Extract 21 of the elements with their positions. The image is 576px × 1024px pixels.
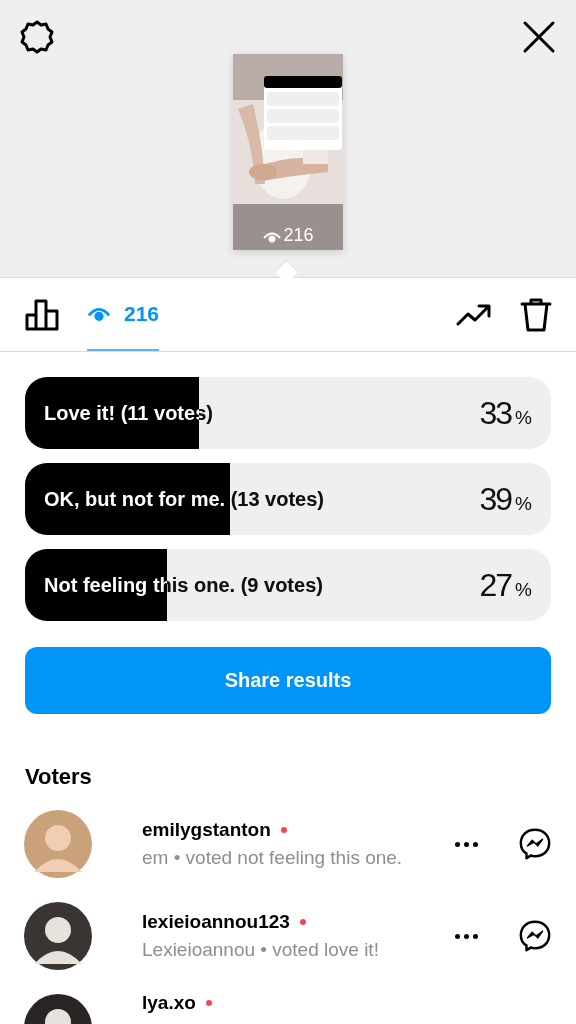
messenger-icon[interactable]	[518, 919, 552, 953]
more-icon[interactable]	[455, 841, 478, 847]
avatar-icon[interactable]	[24, 902, 92, 970]
messenger-icon[interactable]	[518, 827, 552, 861]
settings-icon[interactable]	[19, 19, 55, 55]
eye-icon	[87, 305, 111, 322]
trending-icon[interactable]	[456, 302, 492, 327]
delete-icon[interactable]	[520, 297, 552, 332]
voter-subtitle: em • voted not feeling this one.	[142, 847, 404, 869]
percent-value: 39%	[479, 480, 532, 518]
close-icon[interactable]	[522, 20, 556, 54]
more-icon[interactable]	[455, 933, 478, 939]
option-label: OK, but not for me. (13 votes)	[44, 487, 325, 511]
username[interactable]: emilygstanton	[142, 819, 271, 841]
username[interactable]: lya.xo	[142, 992, 196, 1014]
username[interactable]: lexieioannou123	[142, 911, 290, 933]
voter-subtitle: Lexieioannou • voted love it!	[142, 939, 380, 961]
section-title: Voters	[25, 764, 93, 790]
percent-value: 33%	[479, 394, 532, 432]
view-count: 216	[283, 225, 314, 246]
percent-value: 27%	[479, 566, 532, 604]
